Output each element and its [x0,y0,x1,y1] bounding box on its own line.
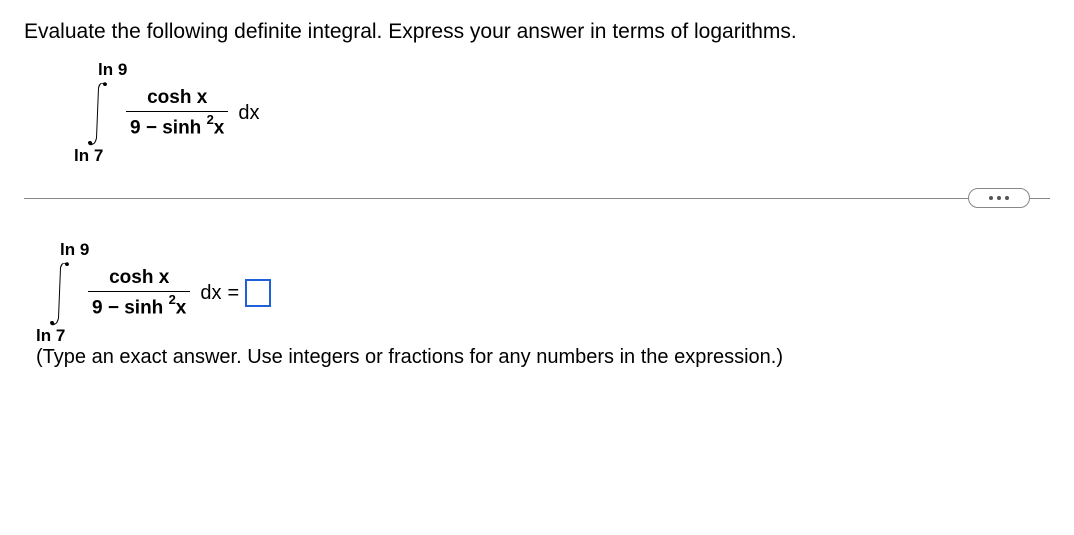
more-options-button[interactable] [968,188,1030,208]
ellipsis-icon [989,196,1009,200]
integrand-fraction-2: cosh x 9 − sinh 2x [88,267,190,319]
numerator-2: cosh x [101,267,177,291]
problem-integral: ln 9 ln 7 cosh x 9 − sinh 2x dx [74,68,1050,158]
instruction-text: Evaluate the following definite integral… [24,20,1050,44]
denominator: 9 − sinh 2x [126,111,228,139]
divider-line [24,198,1050,199]
section-divider [24,188,1050,208]
lower-limit: ln 7 [74,146,103,166]
equals-sign: = [228,282,240,305]
integral-symbol-icon [86,80,110,146]
integral-sign: ln 9 ln 7 [74,68,120,158]
differential-2: dx [200,282,221,305]
upper-limit-2: ln 9 [60,240,89,260]
hint-text: (Type an exact answer. Use integers or f… [36,346,1050,369]
answer-input[interactable] [245,279,271,307]
lower-limit-2: ln 7 [36,326,65,346]
differential: dx [238,102,259,125]
denominator-2: 9 − sinh 2x [88,291,190,319]
integrand-fraction: cosh x 9 − sinh 2x [126,87,228,139]
answer-integral: ln 9 ln 7 cosh x 9 − sinh 2x dx = [36,248,1050,338]
integral-symbol-icon-2 [48,260,72,326]
numerator: cosh x [139,87,215,111]
integral-sign-2: ln 9 ln 7 [36,248,82,338]
upper-limit: ln 9 [98,60,127,80]
